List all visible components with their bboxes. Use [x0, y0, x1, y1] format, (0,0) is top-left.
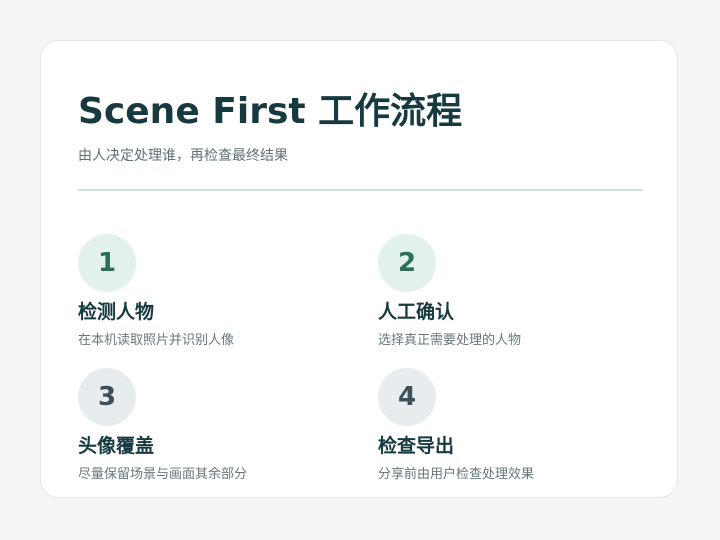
- step-description: 尽量保留场景与画面其余部分: [78, 467, 248, 482]
- step-description: 选择真正需要处理的人物: [378, 333, 522, 348]
- step-number-badge: 2: [378, 234, 436, 292]
- step-title: 检测人物: [78, 301, 155, 323]
- workflow-card: Scene First 工作流程 由人决定处理谁，再检查最终结果 1 检测人物 …: [40, 40, 678, 498]
- workflow-step-avatar-overlay: 3 头像覆盖 尽量保留场景与画面其余部分: [78, 368, 338, 488]
- step-title: 头像覆盖: [78, 435, 155, 457]
- page-title: Scene First 工作流程: [78, 91, 463, 132]
- title-divider: [78, 189, 643, 191]
- step-description: 在本机读取照片并识别人像: [78, 333, 235, 348]
- step-number-badge: 3: [78, 368, 136, 426]
- step-number-badge: 4: [378, 368, 436, 426]
- step-title: 检查导出: [378, 435, 455, 457]
- workflow-step-detect-people: 1 检测人物 在本机读取照片并识别人像: [78, 234, 338, 354]
- page-subtitle: 由人决定处理谁，再检查最终结果: [78, 148, 288, 164]
- workflow-step-check-export: 4 检查导出 分享前由用户检查处理效果: [378, 368, 638, 488]
- step-description: 分享前由用户检查处理效果: [378, 467, 535, 482]
- step-number-badge: 1: [78, 234, 136, 292]
- step-title: 人工确认: [378, 301, 455, 323]
- workflow-step-manual-confirm: 2 人工确认 选择真正需要处理的人物: [378, 234, 638, 354]
